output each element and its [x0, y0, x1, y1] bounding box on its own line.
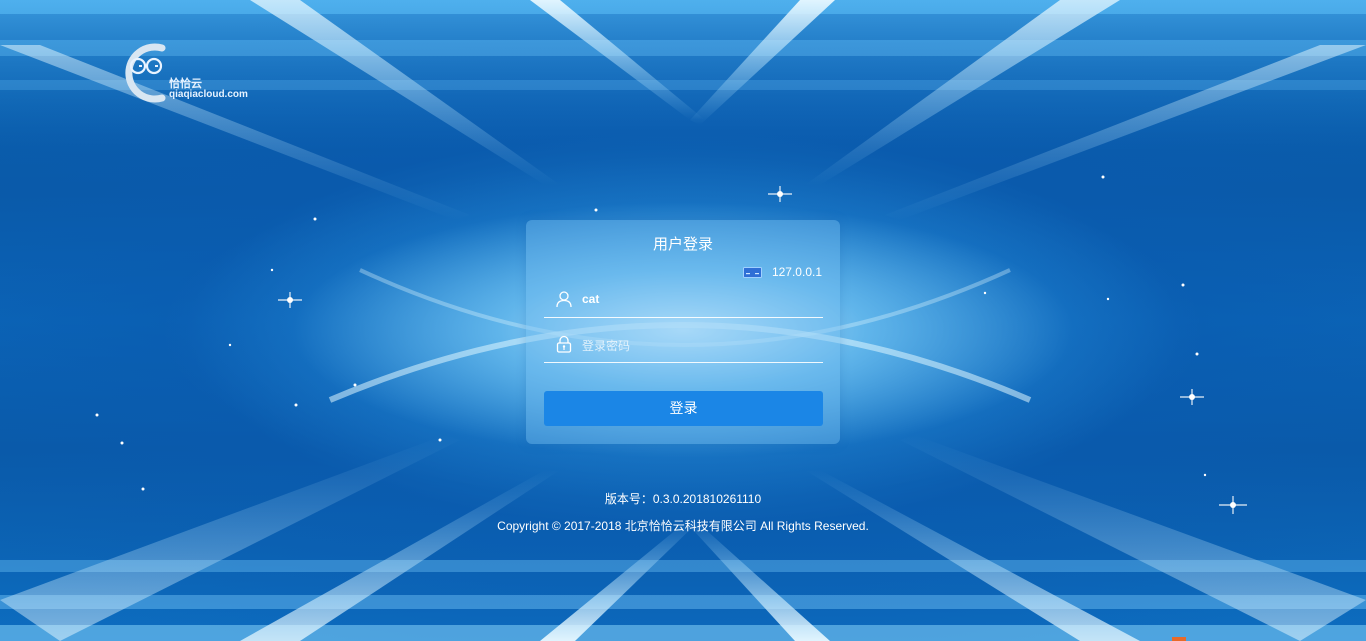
brand-logo: 恰恰云 qiaqiacloud.com: [116, 40, 266, 106]
password-placeholder[interactable]: 登录密码: [582, 337, 630, 354]
copyright-text: Copyright © 2017-2018 北京恰恰云科技有限公司 All Ri…: [497, 519, 869, 533]
user-icon: [556, 291, 572, 308]
login-page: 恰恰云 qiaqiacloud.com 用户登录 127.0.0.1 cat 登…: [0, 0, 1366, 641]
brand-domain: qiaqiacloud.com: [169, 89, 248, 100]
lock-icon: [556, 335, 572, 353]
login-button[interactable]: 登录: [544, 391, 823, 426]
login-title: 用户登录: [652, 236, 713, 253]
server-address: 127.0.0.1: [771, 265, 822, 279]
login-panel: 用户登录 127.0.0.1 cat 登录密码 登录: [526, 220, 840, 444]
username-value[interactable]: cat: [582, 292, 599, 306]
server-selector[interactable]: 127.0.0.1: [742, 265, 822, 279]
username-field[interactable]: cat: [544, 283, 823, 318]
server-icon: [742, 266, 762, 278]
version-text: 版本号：0.3.0.201810261110: [604, 492, 762, 506]
corner-decoration: [1172, 637, 1186, 641]
password-field[interactable]: 登录密码: [544, 328, 823, 363]
